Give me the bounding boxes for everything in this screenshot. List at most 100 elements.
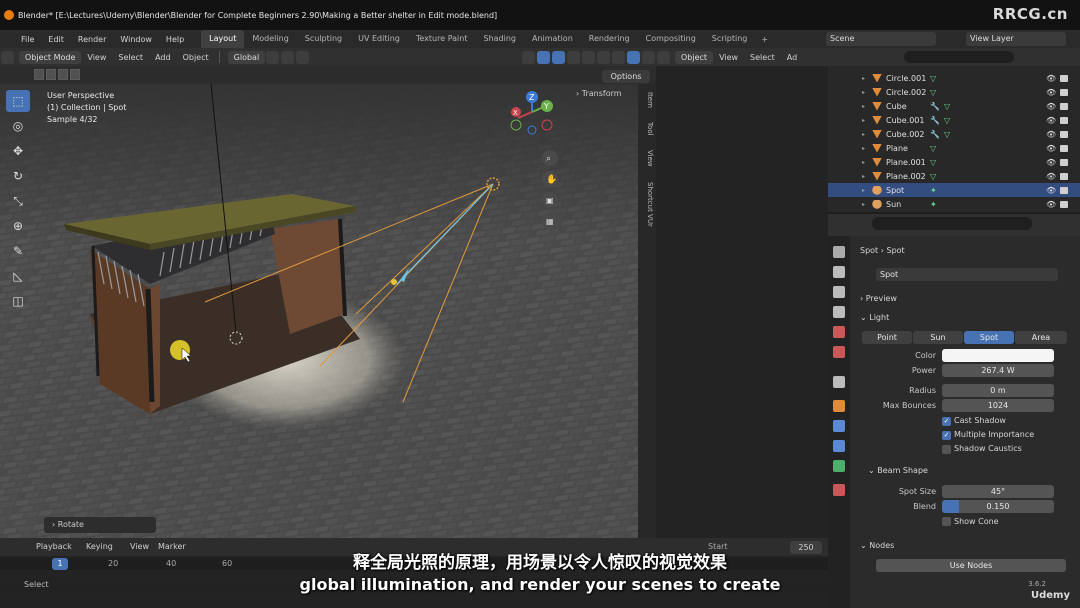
output-tab-icon[interactable] [833,286,845,298]
render-camera-icon[interactable] [1060,186,1068,194]
outliner-row-name[interactable]: Cube.001 [886,116,930,125]
mesh-data-icon[interactable]: ▽ [930,158,944,167]
visibility-eye-icon[interactable]: 👁 [1046,172,1056,181]
snap-icon[interactable] [281,50,295,64]
blend-slider[interactable]: 0.150 [942,500,1054,513]
tab-shortcut[interactable]: Shortcut VUr [640,182,654,227]
tab-rendering[interactable]: Rendering [581,30,638,48]
render-tab-icon[interactable] [833,266,845,278]
expand-arrow-icon[interactable]: ▸ [862,89,872,96]
editor-type-icon[interactable] [657,50,670,64]
mesh-data-icon[interactable]: ▽ [930,74,944,83]
add-cube-tool-icon[interactable]: ◫ [6,290,30,312]
tab-sculpting[interactable]: Sculpting [297,30,350,48]
radius-field[interactable]: 0 m [942,384,1054,397]
visibility-icon[interactable] [522,50,535,64]
add-workspace-button[interactable]: + [755,35,774,44]
secondary-viewport[interactable] [656,48,828,538]
visibility-eye-icon[interactable]: 👁 [1046,200,1056,209]
menu-help[interactable]: Help [159,35,191,44]
expand-arrow-icon[interactable]: ▸ [862,145,872,152]
expand-arrow-icon[interactable]: ▸ [862,201,872,208]
light-data-icon[interactable]: ✦ [930,186,944,195]
expand-arrow-icon[interactable]: ▸ [862,173,872,180]
visibility-eye-icon[interactable]: 👁 [1046,158,1056,167]
outliner-row-name[interactable]: Sun [886,200,930,209]
expand-arrow-icon[interactable]: ▸ [862,187,872,194]
overlay-icon[interactable] [552,50,565,64]
menu-render[interactable]: Render [71,35,113,44]
render-camera-icon[interactable] [1060,88,1068,96]
secondary-menu-add[interactable]: Ad [781,53,803,62]
pivot-icon[interactable] [266,50,280,64]
light-data-tab-icon[interactable] [833,460,845,472]
select-subtract-icon[interactable] [58,69,68,80]
render-camera-icon[interactable] [1060,116,1068,124]
transform-panel-toggle[interactable]: › Transform [576,89,622,98]
expand-arrow-icon[interactable]: ▸ [862,159,872,166]
tab-animation[interactable]: Animation [524,30,581,48]
outliner-row[interactable]: ▸ Plane.002 ▽ 👁 [828,169,1080,183]
tool-tab-icon[interactable] [833,246,845,258]
modifier-icon[interactable]: 🔧 [930,116,944,125]
nodes-panel-header[interactable]: ⌄ Nodes [860,541,894,550]
editor-type-icon[interactable] [1,50,14,64]
menu-window[interactable]: Window [113,35,159,44]
view-layer-selector[interactable]: View Layer [966,32,1066,46]
annotate-tool-icon[interactable]: ✎ [6,240,30,262]
outliner-row-name[interactable]: Cube.002 [886,130,930,139]
visibility-eye-icon[interactable]: 👁 [1046,116,1056,125]
menu-file[interactable]: File [14,35,41,44]
scene-selector[interactable]: Scene [826,32,936,46]
view-layer-tab-icon[interactable] [833,306,845,318]
viewport-menu-view[interactable]: View [81,53,112,62]
wireframe-shading-icon[interactable] [582,50,595,64]
tab-texture-paint[interactable]: Texture Paint [408,30,476,48]
outliner-row-name[interactable]: Plane.001 [886,158,930,167]
select-new-icon[interactable] [34,69,44,80]
light-type-area[interactable]: Area [1015,331,1067,344]
secondary-menu-select[interactable]: Select [744,53,781,62]
render-camera-icon[interactable] [1060,158,1068,166]
tab-tool[interactable]: Tool [640,122,654,136]
outliner-row[interactable]: ▸ Plane ▽ 👁 [828,141,1080,155]
constraints-tab-icon[interactable] [833,440,845,452]
modifier-icon[interactable]: 🔧 [930,130,944,139]
mesh-data-icon[interactable]: ▽ [930,172,944,181]
collection-tab-icon[interactable] [833,376,845,388]
visibility-eye-icon[interactable]: 👁 [1046,186,1056,195]
tab-uv-editing[interactable]: UV Editing [350,30,408,48]
current-frame-indicator[interactable]: 1 [52,558,68,570]
spot-target-handle[interactable] [391,279,397,285]
viewport-menu-add[interactable]: Add [149,53,177,62]
tab-modeling[interactable]: Modeling [244,30,296,48]
tab-scripting[interactable]: Scripting [704,30,756,48]
tab-compositing[interactable]: Compositing [638,30,704,48]
max-bounces-field[interactable]: 1024 [942,399,1054,412]
visibility-eye-icon[interactable]: 👁 [1046,130,1056,139]
visibility-eye-icon[interactable]: 👁 [1046,88,1056,97]
shadow-caustics-checkbox[interactable] [942,445,951,454]
outliner-row-name[interactable]: Circle.002 [886,88,930,97]
outliner-row[interactable]: ▸ Circle.001 ▽ 👁 [828,71,1080,85]
render-camera-icon[interactable] [1060,144,1068,152]
visibility-eye-icon[interactable]: 👁 [1046,144,1056,153]
visibility-eye-icon[interactable]: 👁 [1046,74,1056,83]
scene-tab-icon[interactable] [833,326,845,338]
light-type-sun[interactable]: Sun [913,331,963,344]
outliner-row-name[interactable]: Spot [886,186,930,195]
orientation-selector[interactable]: Global [227,50,266,64]
timeline-menu-marker[interactable]: Marker [158,542,186,551]
visibility-eye-icon[interactable]: 👁 [1046,102,1056,111]
world-tab-icon[interactable] [833,346,845,358]
options-dropdown[interactable]: Options [602,70,650,83]
use-nodes-button[interactable]: Use Nodes [876,559,1066,572]
mesh-data-icon[interactable]: ▽ [944,130,958,139]
light-data-icon[interactable]: ✦ [930,200,944,209]
mesh-data-icon[interactable]: ▽ [930,144,944,153]
material-shading-icon[interactable] [612,50,625,64]
select-invert-icon[interactable] [70,69,80,80]
multiple-importance-checkbox[interactable]: ✓ [942,431,951,440]
tab-layout[interactable]: Layout [201,30,245,48]
rendered-shading-icon[interactable] [627,50,640,64]
